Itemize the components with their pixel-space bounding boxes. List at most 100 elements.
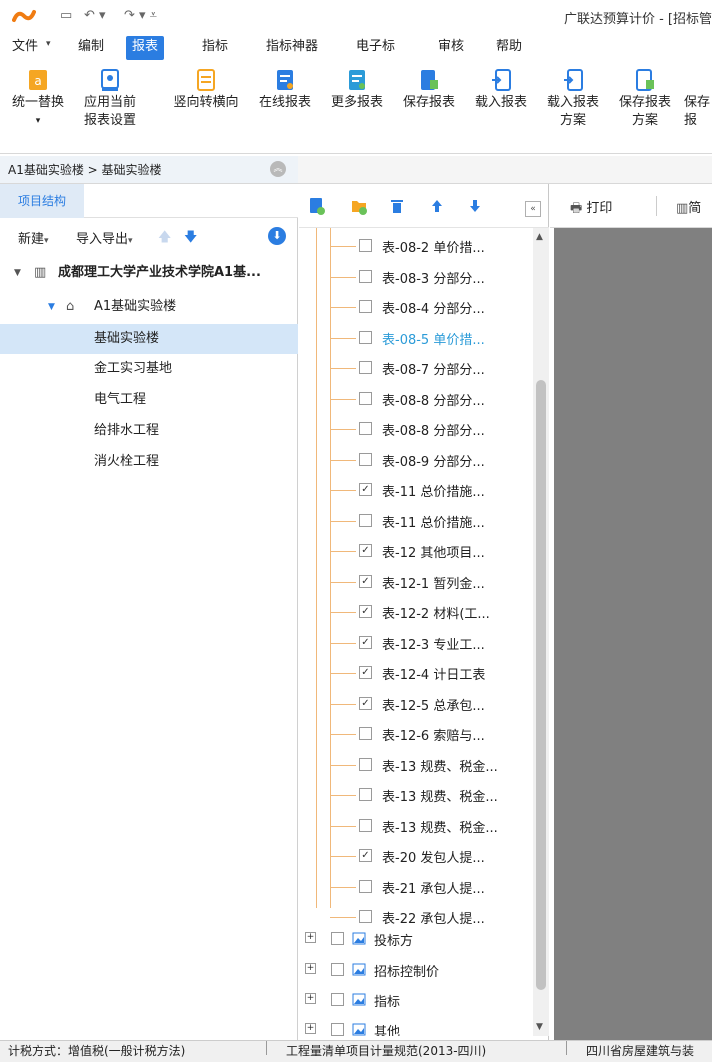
report-item[interactable]: 表-08-8 分部分... xyxy=(299,384,533,415)
unify-replace-button[interactable]: a 统一替换 ▾ xyxy=(8,68,68,130)
report-item[interactable]: 表-08-2 单价措... xyxy=(299,231,533,262)
report-item[interactable]: 表-13 规费、税金... xyxy=(299,780,533,811)
report-checkbox[interactable] xyxy=(359,788,372,801)
report-item[interactable]: 表-08-5 单价措... xyxy=(299,323,533,354)
report-checkbox[interactable] xyxy=(359,269,372,283)
menu-edit[interactable]: 编制 xyxy=(72,36,110,60)
report-item[interactable]: 表-13 规费、税金... xyxy=(299,811,533,842)
report-item[interactable]: ✓ 表-12-3 专业工... xyxy=(299,628,533,659)
tree-item-selected[interactable]: 基础实验楼 xyxy=(0,324,298,354)
expand-plus-icon[interactable]: + xyxy=(305,932,316,943)
report-checkbox[interactable]: ✓ xyxy=(359,605,372,618)
expand-down-icon[interactable]: ⬇ xyxy=(268,227,286,245)
report-group[interactable]: + 招标控制价 xyxy=(299,955,533,986)
menu-audit[interactable]: 审核 xyxy=(432,36,470,60)
report-item[interactable]: 表-08-8 分部分... xyxy=(299,414,533,445)
report-checkbox[interactable]: ✓ xyxy=(359,696,372,710)
tree-item[interactable]: 消火栓工程 xyxy=(0,447,298,477)
collapse-left-icon[interactable]: « xyxy=(525,201,541,217)
scrollbar-thumb[interactable] xyxy=(536,380,546,990)
expand-plus-icon[interactable]: + xyxy=(305,963,316,974)
tree-item[interactable]: 金工实习基地 xyxy=(0,354,298,384)
move-down-icon[interactable]: 🡇 xyxy=(184,228,197,250)
report-group[interactable]: + 指标 xyxy=(299,985,533,1016)
vertical-to-horizontal-button[interactable]: 竖向转横向 xyxy=(166,68,246,112)
report-checkbox[interactable] xyxy=(359,513,372,527)
tree-root-item[interactable]: ▼ ▥ 成都理工大学产业技术学院A1基... xyxy=(0,258,298,288)
load-report-button[interactable]: 载入报表 xyxy=(470,68,532,112)
delete-icon[interactable] xyxy=(389,197,405,215)
group-checkbox[interactable] xyxy=(331,993,344,1006)
move-up-icon[interactable] xyxy=(429,197,445,215)
apply-report-settings-button[interactable]: 应用当前 报表设置 xyxy=(78,68,142,130)
menu-index-tool[interactable]: 指标神器 xyxy=(260,36,324,60)
collapse-up-icon[interactable]: ︽ xyxy=(270,161,286,177)
group-checkbox[interactable] xyxy=(331,1023,344,1036)
add-report-icon[interactable] xyxy=(309,197,325,215)
report-item[interactable]: ✓ 表-12-1 暂列金... xyxy=(299,567,533,598)
load-report-scheme-button[interactable]: 载入报表 方案 xyxy=(542,68,604,130)
report-item[interactable]: 表-08-7 分部分... xyxy=(299,353,533,384)
tab-project-structure[interactable]: 项目结构 xyxy=(0,184,84,218)
report-item[interactable]: 表-12-6 索赔与... xyxy=(299,719,533,750)
report-item[interactable]: ✓ 表-12-4 计日工表 xyxy=(299,658,533,689)
undo-icon[interactable]: ↶ ▾ xyxy=(84,8,106,23)
menu-e-bid[interactable]: 电子标 xyxy=(350,36,401,60)
report-item[interactable]: ✓ 表-20 发包人提... xyxy=(299,841,533,872)
expand-arrow-icon[interactable]: ▼ xyxy=(14,258,21,288)
import-export-button[interactable]: 导入导出▾ xyxy=(76,228,133,247)
report-checkbox[interactable] xyxy=(359,879,372,893)
menu-index[interactable]: 指标 xyxy=(196,36,234,60)
report-checkbox[interactable] xyxy=(359,452,372,466)
tree-item[interactable]: 电气工程 xyxy=(0,385,298,415)
scroll-up-icon[interactable]: ▲ xyxy=(536,232,543,242)
menu-file[interactable]: 文件 xyxy=(6,36,44,60)
report-item[interactable]: 表-08-9 分部分... xyxy=(299,445,533,476)
report-checkbox[interactable]: ✓ xyxy=(359,574,372,588)
group-checkbox[interactable] xyxy=(331,932,344,945)
move-down-icon[interactable] xyxy=(467,197,483,215)
report-item[interactable]: 表-08-3 分部分... xyxy=(299,262,533,293)
save-icon[interactable]: ▭ xyxy=(60,8,72,23)
report-list-scrollbar[interactable]: ▲ ▼ xyxy=(533,228,549,1036)
report-checkbox[interactable] xyxy=(359,300,372,313)
report-checkbox[interactable] xyxy=(359,757,372,771)
menu-report[interactable]: 报表 xyxy=(126,36,165,60)
report-checkbox[interactable]: ✓ xyxy=(359,635,372,649)
report-checkbox[interactable] xyxy=(359,818,372,832)
report-checkbox[interactable] xyxy=(359,391,372,405)
report-item[interactable]: 表-11 总价措施... xyxy=(299,506,533,537)
redo-icon[interactable]: ↷ ▾ ⩡ xyxy=(124,8,157,23)
new-button[interactable]: 新建▾ xyxy=(18,228,49,247)
menu-help[interactable]: 帮助 xyxy=(490,36,528,60)
print-button[interactable]: 🖶 打印 xyxy=(570,197,612,221)
report-checkbox[interactable]: ✓ xyxy=(359,544,372,557)
tree-child-item[interactable]: ▼ ⌂ A1基础实验楼 xyxy=(0,292,298,322)
report-item[interactable]: ✓ 表-11 总价措施... xyxy=(299,475,533,506)
expand-arrow-icon[interactable]: ▼ xyxy=(48,292,55,322)
report-checkbox[interactable] xyxy=(359,239,372,252)
tree-item[interactable]: 给排水工程 xyxy=(0,416,298,446)
report-item[interactable]: 表-08-4 分部分... xyxy=(299,292,533,323)
report-checkbox[interactable] xyxy=(359,330,372,344)
report-item[interactable]: ✓ 表-12 其他项目... xyxy=(299,536,533,567)
report-checkbox[interactable]: ✓ xyxy=(359,849,372,862)
report-item[interactable]: ✓ 表-12-5 总承包... xyxy=(299,689,533,720)
report-checkbox[interactable] xyxy=(359,910,372,923)
scroll-down-icon[interactable]: ▼ xyxy=(536,1022,543,1032)
report-item[interactable]: ✓ 表-12-2 材料(工... xyxy=(299,597,533,628)
report-group[interactable]: + 投标方 xyxy=(299,924,533,955)
save-report-scheme-button[interactable]: 保存报表 方案 xyxy=(614,68,676,130)
report-item[interactable]: 表-21 承包人提... xyxy=(299,872,533,903)
report-checkbox[interactable] xyxy=(359,422,372,435)
report-checkbox[interactable]: ✓ xyxy=(359,483,372,496)
more-reports-button[interactable]: 更多报表 xyxy=(326,68,388,112)
report-checkbox[interactable]: ✓ xyxy=(359,666,372,679)
report-item[interactable]: 表-13 规费、税金... xyxy=(299,750,533,781)
add-folder-icon[interactable] xyxy=(351,197,367,215)
group-checkbox[interactable] xyxy=(331,963,344,976)
report-checkbox[interactable] xyxy=(359,727,372,740)
simple-view-button[interactable]: ▥简 xyxy=(676,197,701,216)
save-report-extra-button[interactable]: 保存 报 xyxy=(684,68,712,130)
expand-plus-icon[interactable]: + xyxy=(305,993,316,1004)
